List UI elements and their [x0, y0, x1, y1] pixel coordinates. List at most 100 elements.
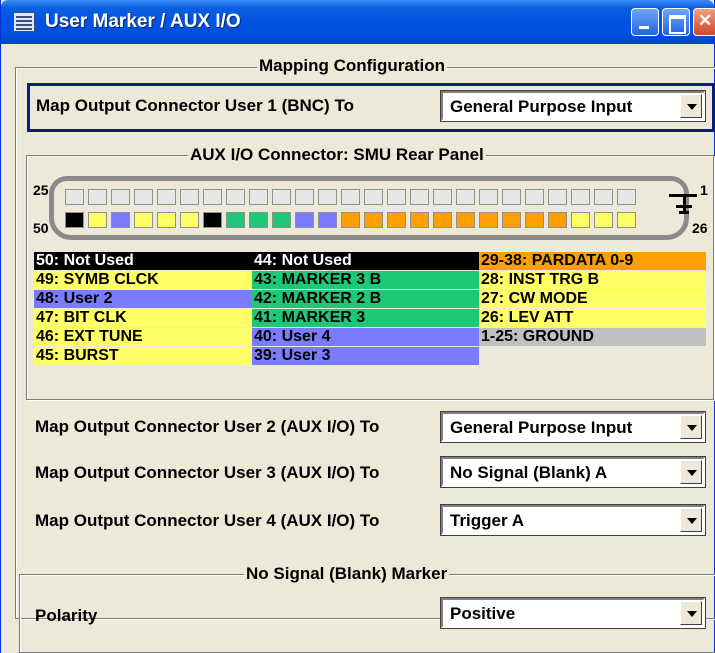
connector-pin-top-0 — [65, 189, 84, 205]
connector-pin-bottom-13 — [364, 212, 383, 228]
user3-label: Map Output Connector User 3 (AUX I/O) To — [35, 463, 380, 482]
connector-pin-bottom-11 — [318, 212, 337, 228]
ground-icon-bar3 — [679, 211, 689, 214]
user2-select[interactable]: General Purpose Input — [440, 411, 706, 443]
legend-cell: 42: MARKER 2 B — [252, 290, 479, 308]
legend-cell: 43: MARKER 3 B — [252, 271, 479, 289]
connector-pin-top-16 — [433, 189, 452, 205]
legend-cell: 1-25: GROUND — [479, 328, 706, 346]
connector-pin-top-7 — [226, 189, 245, 205]
chevron-down-icon[interactable] — [680, 601, 702, 625]
connector-pin-top-12 — [341, 189, 360, 205]
connector-pin-bottom-3 — [134, 212, 153, 228]
pin-label-25: 25 — [33, 182, 49, 198]
user1-select-value: General Purpose Input — [450, 97, 633, 116]
connector-pin-bottom-24 — [617, 212, 636, 228]
connector-pin-bottom-2 — [111, 212, 130, 228]
user4-select[interactable]: Trigger A — [440, 504, 706, 536]
connector-pin-top-5 — [180, 189, 199, 205]
connector-pin-top-23 — [594, 189, 613, 205]
legend-cell: 50: Not Used — [34, 252, 252, 270]
connector-pin-bottom-21 — [548, 212, 567, 228]
connector-pin-bottom-6 — [203, 212, 222, 228]
connector-pin-bottom-14 — [387, 212, 406, 228]
connector-pin-top-24 — [617, 189, 636, 205]
connector-pin-top-22 — [571, 189, 590, 205]
connector-pin-top-19 — [502, 189, 521, 205]
connector-pin-bottom-1 — [88, 212, 107, 228]
user4-select-value: Trigger A — [450, 511, 524, 530]
connector-pin-bottom-22 — [571, 212, 590, 228]
user-marker-aux-io-window: User Marker / AUX I/O Mapping Configurat… — [0, 0, 715, 653]
connector-pin-top-14 — [387, 189, 406, 205]
legend-cell: 46: EXT TUNE — [34, 328, 252, 346]
polarity-select[interactable]: Positive — [440, 597, 706, 629]
pin-legend-table: 50: Not Used 44: Not Used 29-38: PARDATA 0… — [34, 252, 706, 392]
chevron-down-icon[interactable] — [680, 508, 702, 532]
chevron-down-icon[interactable] — [680, 94, 702, 118]
connector-pin-bottom-12 — [341, 212, 360, 228]
connector-pin-bottom-23 — [594, 212, 613, 228]
connector-pin-bottom-7 — [226, 212, 245, 228]
legend-cell: 27: CW MODE — [479, 290, 706, 308]
legend-cell: 29-38: PARDATA 0-9 — [479, 252, 706, 270]
connector-pins-bottom-row — [65, 212, 636, 228]
connector-pin-top-18 — [479, 189, 498, 205]
connector-pin-top-13 — [364, 189, 383, 205]
close-icon[interactable] — [693, 8, 715, 36]
legend-cell — [479, 347, 706, 365]
aux-connector-shape — [49, 176, 689, 240]
connector-pin-top-8 — [249, 189, 268, 205]
legend-cell: 40: User 4 — [252, 328, 479, 346]
connector-pin-bottom-5 — [180, 212, 199, 228]
connector-pin-bottom-9 — [272, 212, 291, 228]
user1-select[interactable]: General Purpose Input — [440, 90, 706, 122]
connector-pins-top-row — [65, 189, 636, 205]
minimize-icon[interactable] — [631, 8, 659, 36]
user4-label: Map Output Connector User 4 (AUX I/O) To — [35, 511, 380, 530]
ground-icon-bar1 — [683, 196, 686, 212]
connector-pin-bottom-16 — [433, 212, 452, 228]
aux-connector-title: AUX I/O Connector: SMU Rear Panel — [188, 145, 486, 165]
maximize-icon[interactable] — [662, 8, 690, 36]
connector-pin-bottom-8 — [249, 212, 268, 228]
legend-cell: 28: INST TRG B — [479, 271, 706, 289]
legend-cell: 47: BIT CLK — [34, 309, 252, 327]
pin-label-1: 1 — [700, 182, 708, 198]
connector-pin-top-2 — [111, 189, 130, 205]
legend-cell: 39: User 3 — [252, 347, 479, 365]
connector-pin-top-17 — [456, 189, 475, 205]
legend-cell: 45: BURST — [34, 347, 252, 365]
connector-pin-bottom-18 — [479, 212, 498, 228]
legend-cell: 44: Not Used — [252, 252, 479, 270]
user3-select[interactable]: No Signal (Blank) A — [440, 456, 706, 488]
window-title: User Marker / AUX I/O — [45, 11, 241, 32]
pin-label-50: 50 — [33, 220, 49, 236]
connector-pin-top-6 — [203, 189, 222, 205]
ground-icon-bar2 — [676, 205, 692, 208]
legend-cell: 48: User 2 — [34, 290, 252, 308]
connector-pin-top-20 — [525, 189, 544, 205]
mapping-configuration-title: Mapping Configuration — [257, 56, 448, 76]
connector-pin-top-3 — [134, 189, 153, 205]
connector-pin-top-11 — [318, 189, 337, 205]
user3-select-value: No Signal (Blank) A — [450, 463, 608, 482]
legend-cell: 26: LEV ATT — [479, 309, 706, 327]
legend-cell: 49: SYMB CLCK — [34, 271, 252, 289]
connector-pin-top-21 — [548, 189, 567, 205]
chevron-down-icon[interactable] — [680, 460, 702, 484]
user2-label: Map Output Connector User 2 (AUX I/O) To — [35, 417, 380, 436]
connector-pin-bottom-15 — [410, 212, 429, 228]
connector-pin-top-10 — [295, 189, 314, 205]
connector-pin-top-1 — [88, 189, 107, 205]
user1-label: Map Output Connector User 1 (BNC) To — [36, 96, 354, 115]
connector-pin-bottom-0 — [65, 212, 84, 228]
polarity-select-value: Positive — [450, 604, 516, 623]
title-bar[interactable]: User Marker / AUX I/O — [1, 0, 715, 44]
connector-pin-bottom-20 — [525, 212, 544, 228]
connector-pin-bottom-10 — [295, 212, 314, 228]
connector-pin-top-4 — [157, 189, 176, 205]
chevron-down-icon[interactable] — [680, 415, 702, 439]
dialog-icon — [13, 12, 35, 32]
connector-pin-bottom-4 — [157, 212, 176, 228]
